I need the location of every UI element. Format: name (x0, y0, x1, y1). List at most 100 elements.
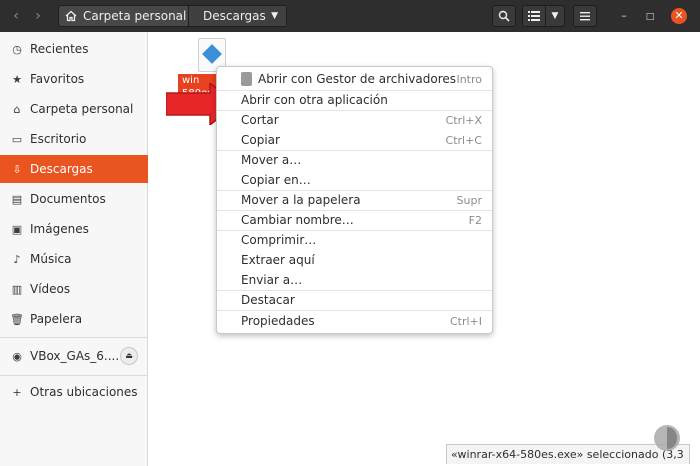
hamburger-icon (580, 12, 590, 21)
chevron-down-icon: ▼ (271, 11, 278, 21)
sidebar: ◷ Recientes ★ Favoritos ⌂ Carpeta person… (0, 32, 148, 466)
view-button[interactable] (522, 5, 546, 27)
sidebar-item-label: Documentos (30, 192, 106, 206)
sidebar-item-musica[interactable]: ♪ Música (0, 245, 148, 273)
chevron-down-icon: ▼ (551, 11, 559, 21)
sidebar-item-label: Vídeos (30, 282, 71, 296)
search-button[interactable] (492, 5, 516, 27)
menu-item-extraer[interactable]: Extraer aquí (217, 250, 492, 270)
sidebar-separator (0, 375, 148, 376)
menu-item-label: Mover a la papelera (241, 193, 361, 207)
path-segment-home[interactable]: Carpeta personal (59, 6, 189, 26)
sidebar-item-favoritos[interactable]: ★ Favoritos (0, 65, 148, 93)
home-icon (65, 10, 77, 22)
sidebar-item-label: Música (30, 252, 72, 266)
sidebar-separator (0, 337, 148, 338)
eject-button[interactable]: ⏏ (120, 347, 138, 365)
maximize-icon: □ (645, 12, 655, 22)
menu-item-label: Abrir con Gestor de archivadores (258, 72, 457, 86)
menu-item-accel: Supr (456, 193, 482, 207)
close-button[interactable]: ✕ (671, 8, 687, 24)
plus-icon: + (12, 385, 22, 399)
view-options-button[interactable]: ▼ (545, 5, 565, 27)
menu-item-cambiar-nombre[interactable]: Cambiar nombre… F2 (217, 210, 492, 230)
menu-item-mover-a[interactable]: Mover a… (217, 150, 492, 170)
download-icon: ⇩ (12, 162, 22, 176)
context-menu: Abrir con Gestor de archivadores Intro A… (216, 66, 493, 334)
maximize-button[interactable]: □ (642, 8, 658, 24)
image-icon: ▣ (11, 222, 23, 236)
music-icon: ♪ (13, 252, 21, 266)
list-view-icon (528, 11, 540, 21)
document-icon: ▤ (11, 192, 23, 206)
menu-item-label: Comprimir… (241, 233, 317, 247)
sidebar-item-label: Papelera (30, 312, 83, 326)
menu-item-accel: Intro (456, 72, 482, 86)
chevron-right-icon: › (35, 8, 41, 24)
menu-item-copiar[interactable]: Copiar Ctrl+C (217, 130, 492, 150)
menu-item-label: Abrir con otra aplicación (241, 93, 388, 107)
menu-item-accel: Ctrl+X (445, 113, 482, 127)
executable-icon (202, 44, 222, 64)
video-icon: ▥ (11, 282, 23, 296)
menu-item-label: Enviar a… (241, 273, 303, 287)
path-segment-label: Carpeta personal (83, 9, 187, 23)
menu-item-enviar[interactable]: Enviar a… (217, 270, 492, 290)
menu-item-label: Copiar en… (241, 173, 311, 187)
menu-button[interactable] (573, 5, 597, 27)
sidebar-item-descargas[interactable]: ⇩ Descargas (0, 155, 148, 183)
menu-item-label: Destacar (241, 293, 295, 307)
forward-button[interactable]: › (28, 6, 48, 26)
menu-item-label: Copiar (241, 133, 280, 147)
menu-item-propiedades[interactable]: Propiedades Ctrl+I (217, 311, 492, 331)
path-segment-downloads[interactable]: Descargas ▼ (189, 6, 286, 26)
menu-item-cortar[interactable]: Cortar Ctrl+X (217, 110, 492, 130)
sidebar-item-device[interactable]: ◉ VBox_GAs_6.... ⏏ (0, 342, 148, 370)
clock-icon: ◷ (12, 42, 22, 56)
menu-item-abrir-gestor[interactable]: Abrir con Gestor de archivadores Intro (217, 69, 492, 89)
menu-item-label: Extraer aquí (241, 253, 315, 267)
menu-item-accel: F2 (468, 213, 482, 227)
menu-item-accel: Ctrl+C (445, 133, 482, 147)
menu-item-label: Cortar (241, 113, 279, 127)
sidebar-item-label: Descargas (30, 162, 93, 176)
sidebar-item-label: Carpeta personal (30, 102, 134, 116)
sidebar-item-label: Imágenes (30, 222, 89, 236)
path-bar: Carpeta personal Descargas ▼ (58, 5, 287, 27)
sidebar-item-videos[interactable]: ▥ Vídeos (0, 275, 148, 303)
sidebar-item-label: Escritorio (30, 132, 87, 146)
sidebar-item-documentos[interactable]: ▤ Documentos (0, 185, 148, 213)
sidebar-item-papelera[interactable]: 🗑 Papelera (0, 305, 148, 333)
sidebar-item-escritorio[interactable]: ▭ Escritorio (0, 125, 148, 153)
disc-icon: ◉ (12, 349, 22, 363)
archive-manager-icon (241, 72, 252, 86)
trash-icon: 🗑 (10, 312, 24, 326)
header-bar: ‹ › Carpeta personal Descargas ▼ ▼ – □ ✕ (0, 0, 700, 32)
back-button[interactable]: ‹ (6, 6, 26, 26)
desktop-icon: ▭ (11, 132, 23, 146)
close-icon: ✕ (674, 9, 684, 22)
sidebar-item-otras-ubicaciones[interactable]: + Otras ubicaciones (0, 378, 148, 406)
menu-item-comprimir[interactable]: Comprimir… (217, 230, 492, 250)
sidebar-item-carpeta-personal[interactable]: ⌂ Carpeta personal (0, 95, 148, 123)
watermark-logo-icon (654, 425, 680, 451)
sidebar-item-label: Favoritos (30, 72, 85, 86)
sidebar-item-recientes[interactable]: ◷ Recientes (0, 35, 148, 63)
menu-item-label: Cambiar nombre… (241, 213, 354, 227)
path-segment-label: Descargas (203, 9, 266, 23)
home-icon: ⌂ (13, 102, 21, 116)
menu-item-accel: Ctrl+I (449, 314, 482, 328)
menu-item-destacar[interactable]: Destacar (217, 290, 492, 310)
menu-item-copiar-en[interactable]: Copiar en… (217, 170, 492, 190)
sidebar-item-label: VBox_GAs_6.... (30, 349, 120, 363)
sidebar-item-label: Otras ubicaciones (30, 385, 138, 399)
menu-item-label: Mover a… (241, 153, 302, 167)
chevron-left-icon: ‹ (13, 8, 19, 24)
star-icon: ★ (12, 72, 22, 86)
eject-icon: ⏏ (125, 351, 133, 360)
minimize-button[interactable]: – (616, 8, 632, 24)
sidebar-item-imagenes[interactable]: ▣ Imágenes (0, 215, 148, 243)
menu-item-abrir-otra[interactable]: Abrir con otra aplicación (217, 90, 492, 110)
menu-item-papelera[interactable]: Mover a la papelera Supr (217, 190, 492, 210)
search-icon (498, 10, 510, 22)
